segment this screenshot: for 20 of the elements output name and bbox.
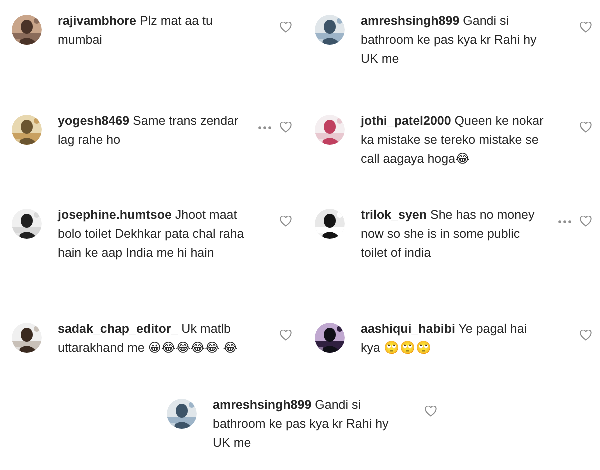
heart-icon[interactable] (280, 122, 292, 133)
heart-icon[interactable] (580, 216, 592, 227)
heart-icon[interactable] (280, 22, 292, 33)
more-icon[interactable] (258, 126, 272, 130)
more-icon[interactable] (558, 220, 572, 224)
comment-text: amreshsingh899 Gandi si bathroom ke pas kya kr Rahi hy UK me (361, 13, 538, 68)
heart-icon[interactable] (580, 122, 592, 133)
comment-text: aashiqui_habibi Ye pagal hai kya 🙄🙄🙄 (361, 321, 528, 357)
comment-text: trilok_syen She has no money now so she is in some public toilet of india (361, 207, 536, 262)
comment-text: josephine.humtsoe Jhoot maat bolo toilet Dekhkar pata chal raha hain ke aap India me hi hain (58, 207, 246, 262)
heart-icon[interactable] (580, 330, 592, 341)
heart-icon[interactable] (280, 216, 292, 227)
comment-text: amreshsingh899 Gandi si bathroom ke pas kya kr Rahi hy UK me (213, 397, 390, 452)
heart-icon[interactable] (580, 22, 592, 33)
comment-text: sadak_chap_editor_ Uk matlb uttarakhand me 😀😂😂😂😂 😂 (58, 321, 239, 357)
heart-icon[interactable] (280, 330, 292, 341)
comment-text: rajivambhore Plz mat aa tu mumbai (58, 13, 214, 49)
comment-text: jothi_patel2000 Queen ke nokar ka mistake se tereko mistake se call aagaya hoga😂 (361, 113, 545, 168)
comment-text: yogesh8469 Same trans zendar lag rahe ho (58, 113, 240, 149)
heart-icon[interactable] (425, 406, 437, 417)
